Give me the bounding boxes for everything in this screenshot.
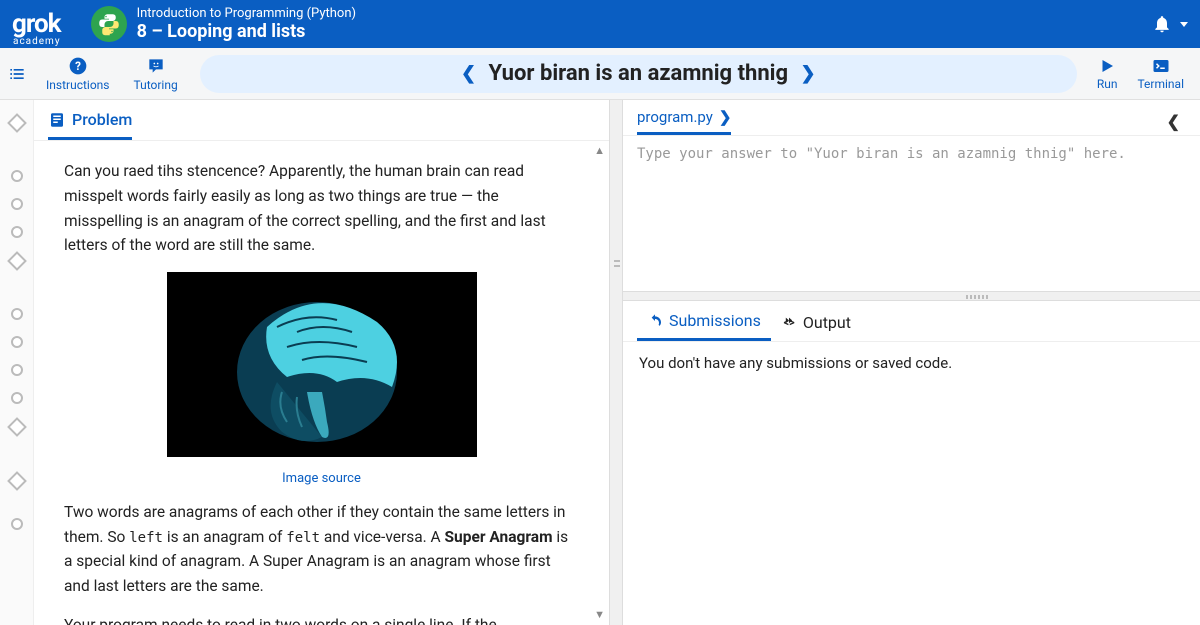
instructions-button[interactable]: ? Instructions — [34, 56, 121, 92]
run-label: Run — [1097, 77, 1118, 91]
horizontal-resize-handle[interactable] — [623, 291, 1200, 301]
file-tab-label: program.py — [637, 108, 713, 126]
notifications-dropdown-icon[interactable] — [1180, 22, 1188, 27]
progress-diamond[interactable] — [7, 471, 27, 491]
progress-dot[interactable] — [11, 336, 23, 348]
submissions-empty-message: You don't have any submissions or saved … — [639, 354, 952, 372]
prev-slide-button[interactable]: ❮ — [448, 63, 488, 84]
editor-placeholder: Type your answer to "Yuor biran is an az… — [637, 146, 1126, 162]
slide-nav: ❮ Yuor biran is an azamnig thnig ❯ — [200, 55, 1077, 93]
submissions-tab[interactable]: Submissions — [637, 311, 771, 341]
bell-icon[interactable] — [1152, 14, 1172, 34]
problem-body[interactable]: Can you raed tihs stencence? Apparently,… — [34, 141, 609, 625]
main: Problem ▲ Can you raed tihs stencence? A… — [0, 100, 1200, 625]
bold-super-anagram: Super Anagram — [445, 528, 553, 546]
problem-panel: Problem ▲ Can you raed tihs stencence? A… — [34, 100, 609, 625]
toolbar: ? Instructions Tutoring ❮ Yuor biran is … — [0, 48, 1200, 100]
output-tab-label: Output — [803, 313, 851, 332]
terminal-button[interactable]: Terminal — [1127, 57, 1194, 91]
file-tabs: program.py ❯ ❮ — [623, 100, 1200, 136]
file-tab-program[interactable]: program.py ❯ — [637, 108, 731, 135]
vertical-resize-handle[interactable] — [609, 100, 623, 625]
problem-tab-label: Problem — [72, 110, 132, 129]
progress-dot[interactable] — [11, 226, 23, 238]
progress-diamond[interactable] — [7, 113, 27, 133]
svg-text:<>: <> — [784, 316, 795, 329]
outline-toggle-icon[interactable] — [0, 48, 34, 100]
python-badge-icon — [91, 6, 127, 42]
terminal-label: Terminal — [1137, 77, 1184, 91]
logo-text: grok — [12, 9, 61, 39]
progress-dot[interactable] — [11, 518, 23, 530]
problem-tabs: Problem — [34, 100, 609, 141]
problem-tab[interactable]: Problem — [48, 110, 132, 140]
scroll-up-icon[interactable]: ▲ — [594, 144, 605, 157]
progress-diamond[interactable] — [7, 417, 27, 437]
run-button[interactable]: Run — [1087, 57, 1128, 91]
code-editor[interactable]: Type your answer to "Yuor biran is an az… — [623, 136, 1200, 291]
problem-paragraph: Two words are anagrams of each other if … — [64, 500, 579, 599]
progress-diamond[interactable] — [7, 251, 27, 271]
progress-sidebar — [0, 100, 34, 625]
submissions-body: You don't have any submissions or saved … — [623, 342, 1200, 384]
svg-text:?: ? — [75, 59, 81, 73]
progress-dot[interactable] — [11, 308, 23, 320]
progress-dot[interactable] — [11, 170, 23, 182]
vertical-grip-icon[interactable] — [616, 301, 623, 341]
output-tab[interactable]: <> Output — [771, 313, 861, 340]
image-source-link[interactable]: Image source — [64, 469, 579, 490]
logo-subtext: academy — [13, 36, 61, 47]
slide-title: Yuor biran is an azamnig thnig — [488, 61, 788, 86]
logo[interactable]: grok academy — [12, 9, 61, 39]
progress-dot[interactable] — [11, 364, 23, 376]
brain-image — [167, 272, 477, 457]
course-info: Introduction to Programming (Python) 8 –… — [137, 6, 356, 42]
problem-paragraph: Can you raed tihs stencence? Apparently,… — [64, 159, 579, 258]
collapse-editor-icon[interactable]: ❮ — [1161, 112, 1186, 131]
scroll-down-icon[interactable]: ▼ — [594, 608, 605, 621]
progress-dot[interactable] — [11, 392, 23, 404]
bottom-tabs: Submissions <> Output — [623, 301, 1200, 342]
tutoring-button[interactable]: Tutoring — [121, 56, 189, 92]
code-felt: felt — [286, 530, 320, 546]
brain-figure: Image source — [64, 272, 579, 490]
submissions-tab-label: Submissions — [669, 311, 761, 330]
lesson-title: 8 – Looping and lists — [137, 21, 356, 42]
instructions-label: Instructions — [46, 78, 109, 92]
next-slide-button[interactable]: ❯ — [788, 63, 828, 84]
right-panel: program.py ❯ ❮ Type your answer to "Yuor… — [623, 100, 1200, 625]
top-header: grok academy Introduction to Programming… — [0, 0, 1200, 48]
tutoring-label: Tutoring — [133, 78, 177, 92]
code-left: left — [129, 530, 163, 546]
problem-paragraph: Your program needs to read in two words … — [64, 613, 579, 625]
file-tab-chevron-icon[interactable]: ❯ — [719, 108, 732, 126]
course-title: Introduction to Programming (Python) — [137, 6, 356, 21]
progress-dot[interactable] — [11, 198, 23, 210]
